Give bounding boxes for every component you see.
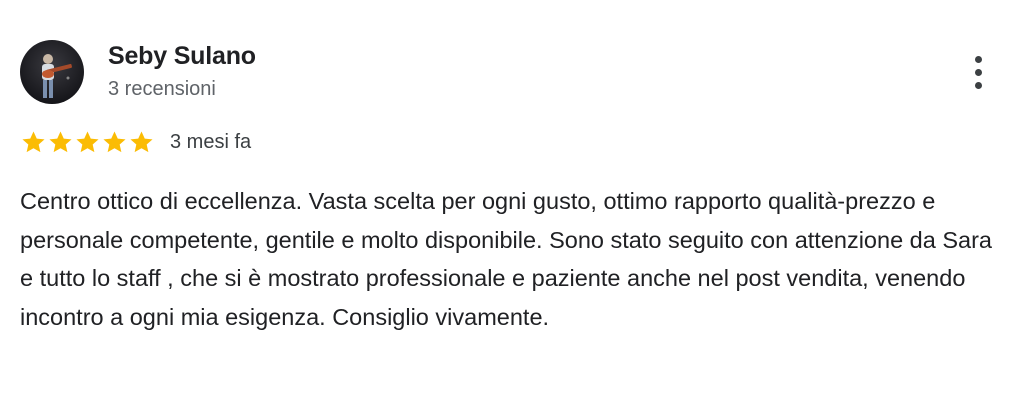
rating-row: 3 mesi fa — [20, 126, 251, 158]
review-date: 3 mesi fa — [170, 131, 252, 153]
reviewer-name[interactable]: Seby Sulano — [108, 40, 256, 72]
star-rating — [20, 129, 155, 156]
more-vert-icon-dot — [974, 81, 982, 89]
star-icon — [76, 130, 99, 152]
star-icon — [103, 130, 126, 152]
avatar-photo-icon — [20, 40, 84, 104]
star-icon — [49, 130, 72, 152]
reviewer-avatar[interactable] — [20, 40, 84, 104]
star-icon — [130, 130, 153, 152]
review-card: Seby Sulano 3 recensioni 3 mesi fa Centr… — [0, 0, 1015, 409]
review-text: Centro ottico di eccellenza. Vasta scelt… — [20, 188, 992, 330]
more-vert-icon-dot — [974, 68, 982, 76]
more-options-button[interactable] — [958, 50, 998, 94]
reviewer-review-count[interactable]: 3 recensioni — [108, 75, 216, 103]
more-vert-icon — [974, 55, 982, 63]
star-icon — [22, 130, 45, 152]
